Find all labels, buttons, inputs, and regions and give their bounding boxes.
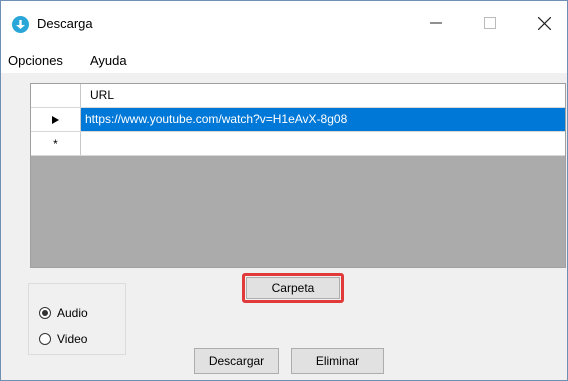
menu-ayuda[interactable]: Ayuda [90, 53, 127, 68]
radio-video-label: Video [57, 332, 88, 346]
radio-video-indicator[interactable] [39, 333, 51, 345]
column-header-url[interactable]: URL [81, 84, 565, 107]
delete-button[interactable]: Eliminar [291, 348, 384, 374]
maximize-icon [484, 17, 496, 29]
window-title: Descarga [37, 16, 93, 31]
download-button[interactable]: Descargar [194, 348, 279, 374]
url-cell-empty[interactable] [81, 132, 565, 155]
new-row-asterisk-icon[interactable]: * [31, 132, 81, 155]
grid-header-row: URL [31, 84, 565, 108]
radio-audio-indicator[interactable] [39, 307, 51, 319]
app-icon [12, 16, 29, 33]
table-row-new[interactable]: * [31, 132, 565, 156]
maximize-button[interactable] [467, 1, 513, 45]
table-row[interactable]: https://www.youtube.com/watch?v=H1eAvX-8… [31, 108, 565, 132]
radio-audio-label: Audio [57, 306, 88, 320]
format-groupbox: Audio Video [28, 283, 126, 355]
folder-button[interactable]: Carpeta [246, 277, 340, 299]
menu-opciones[interactable]: Opciones [8, 53, 63, 68]
corner-header-cell[interactable] [31, 84, 81, 107]
radio-audio[interactable]: Audio [39, 306, 88, 320]
download-window: Descarga Opciones Ayuda URL https://www.… [0, 0, 568, 381]
minimize-button[interactable] [413, 1, 459, 45]
menu-bar: Opciones Ayuda [1, 45, 567, 73]
url-cell[interactable]: https://www.youtube.com/watch?v=H1eAvX-8… [81, 108, 565, 131]
minimize-icon [430, 22, 442, 24]
close-button[interactable] [521, 1, 567, 45]
url-grid[interactable]: URL https://www.youtube.com/watch?v=H1eA… [30, 83, 566, 268]
close-icon [537, 16, 551, 30]
row-selector-arrow-icon[interactable] [31, 108, 81, 131]
radio-video[interactable]: Video [39, 332, 87, 346]
title-bar[interactable]: Descarga [1, 1, 567, 45]
